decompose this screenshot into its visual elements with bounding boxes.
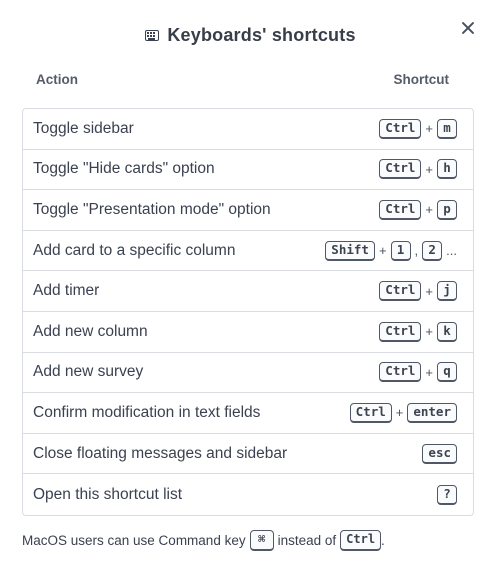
column-header-action: Action bbox=[36, 72, 78, 87]
key-cap: enter bbox=[407, 402, 457, 423]
key-separator: , bbox=[414, 243, 419, 259]
key-cap: j bbox=[437, 281, 457, 302]
key-cap: Ctrl bbox=[379, 159, 422, 180]
key-combo: Ctrl + enter bbox=[349, 402, 457, 423]
key-cap: esc bbox=[422, 443, 457, 464]
key-combo: ? bbox=[437, 484, 457, 505]
shortcut-label: Add new survey bbox=[33, 363, 144, 381]
shortcut-label: Add timer bbox=[33, 282, 100, 300]
key-separator: + bbox=[395, 405, 404, 421]
key-cap: Ctrl bbox=[349, 402, 392, 423]
key-combo: Ctrl + j bbox=[379, 281, 457, 302]
shortcuts-dialog: Keyboards' shortcuts Action Shortcut Tog… bbox=[0, 0, 495, 587]
key-cap: q bbox=[437, 362, 457, 383]
table-row: Toggle "Hide cards" option Ctrl + h bbox=[23, 150, 473, 191]
ctrl-key-cap: Ctrl bbox=[340, 530, 382, 551]
key-separator: + bbox=[425, 283, 433, 299]
key-cap: Ctrl bbox=[379, 199, 422, 220]
key-combo: Shift + 1 , 2 ... bbox=[325, 240, 457, 261]
dialog-title: Keyboards' shortcuts bbox=[167, 24, 356, 45]
title-wrap: Keyboards' shortcuts bbox=[145, 25, 355, 46]
shortcut-label: Close floating messages and sidebar bbox=[33, 444, 288, 462]
table-row: Confirm modification in text fields Ctrl… bbox=[23, 393, 473, 434]
key-separator: + bbox=[425, 364, 433, 380]
table-row: Open this shortcut list ? bbox=[23, 474, 473, 515]
key-cap: m bbox=[437, 118, 457, 139]
shortcut-label: Toggle sidebar bbox=[33, 119, 134, 137]
key-separator: + bbox=[425, 202, 433, 218]
table-row: Add new survey Ctrl + q bbox=[23, 353, 473, 394]
key-combo: Ctrl + k bbox=[379, 321, 457, 342]
dialog-header: Keyboards' shortcuts bbox=[0, 20, 495, 50]
key-cap: Ctrl bbox=[379, 321, 422, 342]
shortcut-label: Toggle "Presentation mode" option bbox=[33, 200, 271, 218]
mac-note-text: instead of bbox=[277, 533, 337, 548]
key-cap: Ctrl bbox=[379, 362, 422, 383]
table-row: Add timer Ctrl + j bbox=[23, 271, 473, 312]
key-ellipsis: ... bbox=[446, 243, 457, 259]
key-cap: ? bbox=[437, 484, 457, 505]
key-cap: p bbox=[437, 199, 457, 220]
shortcut-label: Toggle "Hide cards" option bbox=[33, 160, 215, 178]
key-combo: Ctrl + q bbox=[379, 362, 457, 383]
key-combo: Ctrl + m bbox=[379, 118, 457, 139]
keyboard-icon bbox=[145, 29, 160, 41]
column-header-shortcut: Shortcut bbox=[393, 72, 450, 87]
table-row: Toggle "Presentation mode" option Ctrl +… bbox=[23, 190, 473, 231]
shortcuts-table: Toggle sidebar Ctrl + m Toggle "Hide car… bbox=[22, 108, 474, 516]
table-row: Add new column Ctrl + k bbox=[23, 312, 473, 353]
mac-note-period: . bbox=[381, 533, 385, 548]
shortcut-label: Open this shortcut list bbox=[33, 485, 183, 503]
key-combo: Ctrl + p bbox=[379, 199, 457, 220]
shortcut-label: Add new column bbox=[33, 322, 148, 340]
key-combo: esc bbox=[422, 443, 457, 464]
close-icon[interactable] bbox=[459, 19, 477, 37]
key-cap: Ctrl bbox=[379, 118, 422, 139]
key-cap: 1 bbox=[390, 240, 411, 261]
table-row: Add card to a specific column Shift + 1 … bbox=[23, 231, 473, 272]
mac-note: MacOS users can use Command key ⌘ instea… bbox=[22, 530, 385, 551]
key-cap: 2 bbox=[422, 240, 443, 261]
shortcut-label: Add card to a specific column bbox=[33, 241, 236, 259]
key-cap: k bbox=[437, 321, 457, 342]
table-row: Toggle sidebar Ctrl + m bbox=[23, 109, 473, 150]
key-cap: h bbox=[437, 159, 457, 180]
key-separator: + bbox=[378, 243, 387, 259]
command-key-cap: ⌘ bbox=[249, 530, 274, 551]
table-row: Close floating messages and sidebar esc bbox=[23, 434, 473, 475]
key-separator: + bbox=[425, 324, 433, 340]
mac-note-text: MacOS users can use Command key bbox=[22, 533, 246, 548]
shortcut-label: Confirm modification in text fields bbox=[33, 403, 261, 421]
key-cap: Shift bbox=[325, 240, 375, 261]
key-separator: + bbox=[425, 121, 433, 137]
key-combo: Ctrl + h bbox=[379, 159, 457, 180]
key-separator: + bbox=[425, 161, 433, 177]
key-cap: Ctrl bbox=[379, 281, 422, 302]
